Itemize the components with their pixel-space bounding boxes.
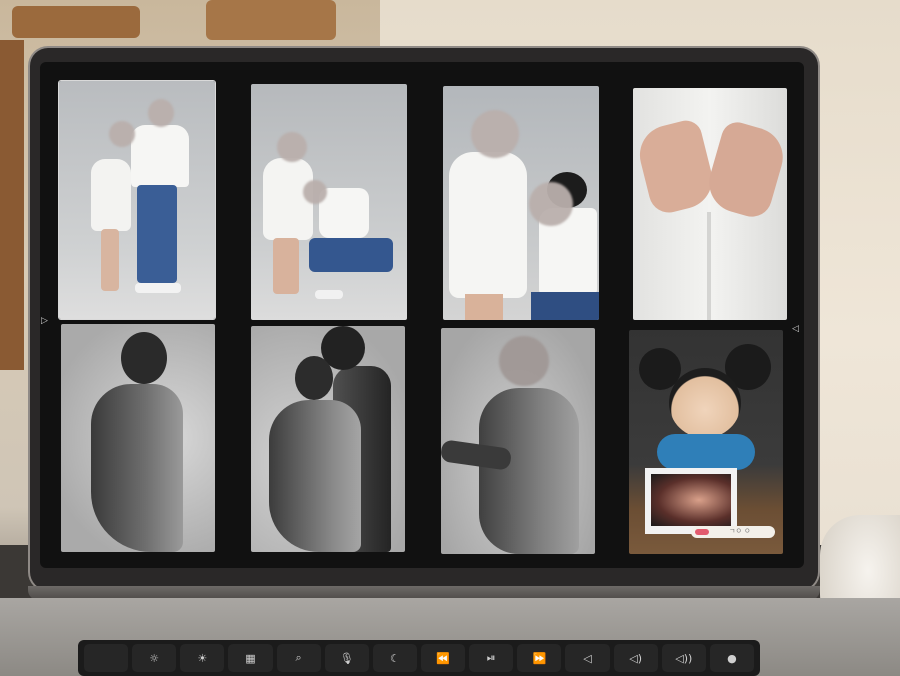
fast-forward-icon[interactable]: ⏩ [517, 644, 562, 672]
face-blur [148, 99, 174, 127]
woman-silhouette [269, 400, 361, 552]
woman-legs [101, 229, 119, 291]
wooden-stool [12, 6, 140, 38]
volume-down-icon[interactable]: ◁) [613, 644, 658, 672]
power-icon[interactable]: ● [709, 644, 754, 672]
man-jeans [309, 238, 393, 272]
hand-right [702, 118, 787, 222]
woman-legs [465, 294, 503, 320]
face-blur [529, 182, 573, 226]
photo-couple-belly-touch[interactable] [443, 86, 599, 320]
microphone-icon[interactable]: 🎙 [324, 644, 369, 672]
hand-left [633, 117, 719, 217]
photo-couple-kneeling[interactable] [251, 84, 407, 320]
volume-up-icon[interactable]: ◁)) [661, 644, 706, 672]
face-blur [499, 336, 549, 386]
woman-silhouette [479, 388, 579, 554]
ultrasound-photo [645, 468, 737, 534]
man-shirt [319, 188, 369, 238]
woman-figure [91, 159, 131, 231]
mickey-face [669, 368, 741, 438]
rewind-icon[interactable]: ⏪ [420, 644, 466, 672]
man-shoes [315, 290, 343, 299]
face-blur [109, 121, 135, 147]
chevron-right-icon[interactable]: ▷ [41, 316, 48, 326]
brightness-down-icon[interactable]: ☼ [132, 644, 177, 672]
play-pause-icon[interactable]: ⏯ [469, 644, 514, 672]
chevron-left-icon[interactable]: ◁ [792, 324, 799, 334]
face-blur [471, 110, 519, 158]
search-icon[interactable]: ⌕ [276, 644, 321, 672]
man-jeans [531, 292, 599, 320]
woman-head [121, 332, 167, 384]
man-shoes [135, 283, 181, 293]
woman-head [295, 356, 333, 400]
wooden-bench [206, 0, 336, 40]
woman-silhouette [91, 384, 183, 552]
woman-dress [449, 152, 527, 298]
face-blur [303, 180, 327, 204]
mute-icon[interactable]: ◁ [565, 644, 610, 672]
man-jeans [137, 185, 177, 283]
woman-legs [273, 238, 299, 294]
photo-silhouette-couple[interactable] [251, 326, 405, 552]
chair-leg [0, 40, 24, 370]
esc-key[interactable] [84, 644, 129, 672]
photo-silhouette-woman[interactable] [61, 324, 215, 552]
photo-couple-standing[interactable] [59, 81, 215, 319]
laptop-screen: ▷ ◁ ㄱㅇ ㅇ [40, 62, 804, 568]
photo-mickey-ultrasound[interactable]: ㄱㅇ ㅇ [629, 330, 783, 554]
do-not-disturb-icon[interactable]: ☾ [372, 644, 417, 672]
pregnancy-test: ㄱㅇ ㅇ [691, 526, 775, 538]
photo-belly-heart-hands[interactable] [633, 88, 787, 320]
man-shirt [131, 125, 189, 187]
mission-control-icon[interactable]: ▦ [228, 644, 273, 672]
face-blur [277, 132, 307, 162]
function-key-row: ☼ ☀ ▦ ⌕ 🎙 ☾ ⏪ ⏯ ⏩ ◁ ◁) ◁)) ● [78, 640, 760, 676]
photo-silhouette-hands[interactable] [441, 328, 595, 554]
test-label: ㄱㅇ ㅇ [729, 527, 751, 535]
brightness-up-icon[interactable]: ☀ [180, 644, 225, 672]
mickey-body [657, 434, 755, 470]
dress-fold [707, 212, 711, 320]
